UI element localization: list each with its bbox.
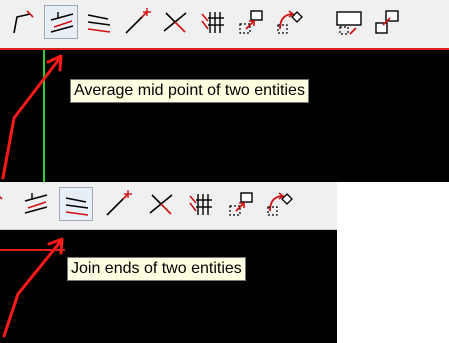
annotation-arrow bbox=[1, 54, 63, 180]
screenshot-panel-average-midpoint: Average mid point of two entities bbox=[0, 0, 449, 182]
annotation-arrow bbox=[2, 237, 64, 338]
screenshot-panel-join-ends: Join ends of two entities bbox=[0, 182, 337, 343]
